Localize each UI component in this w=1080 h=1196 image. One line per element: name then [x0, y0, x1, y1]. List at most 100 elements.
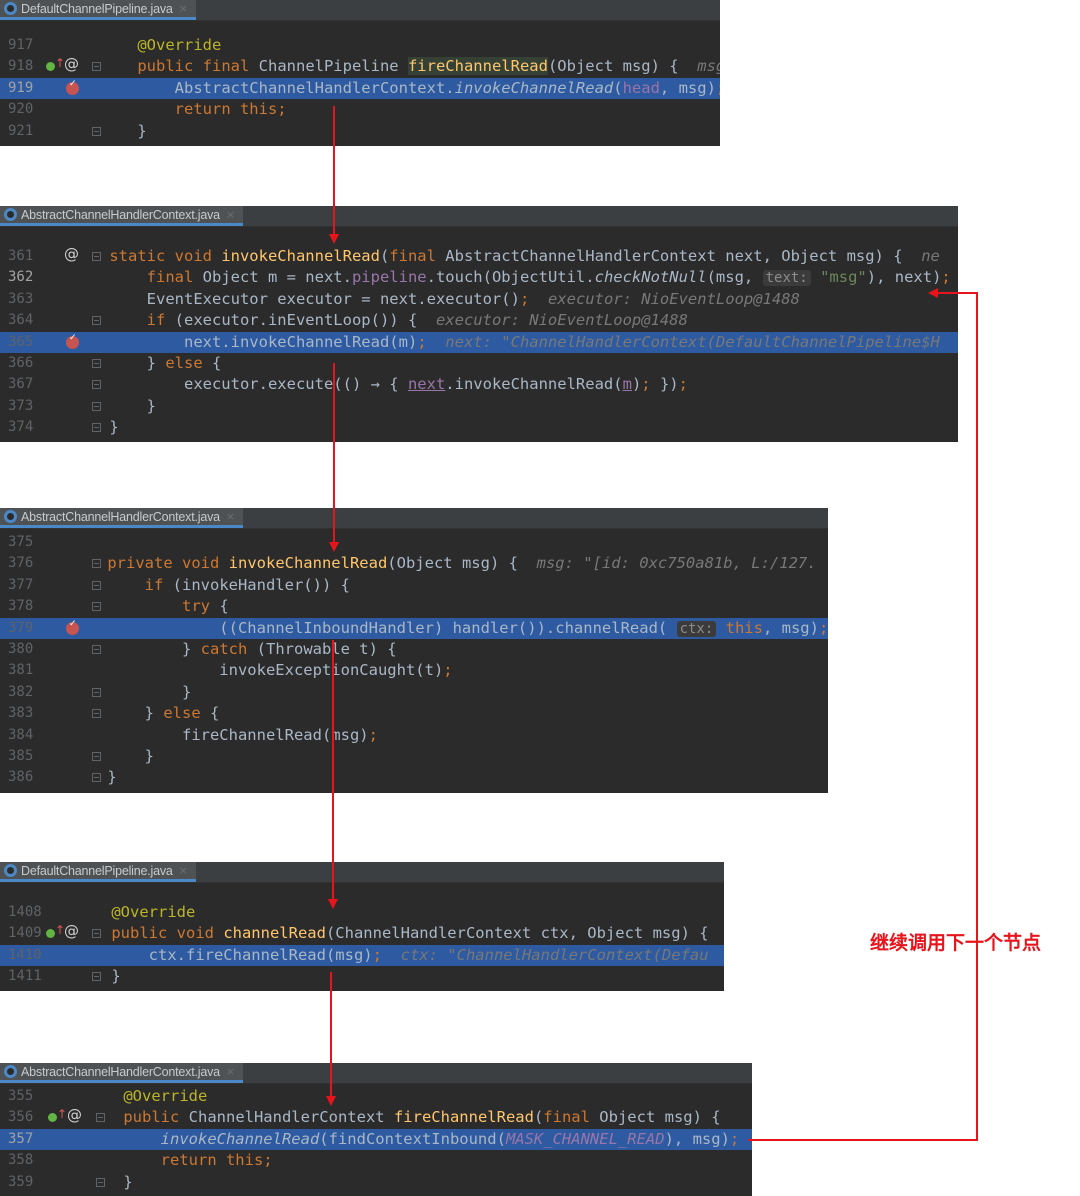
file-tab[interactable]: AbstractChannelHandlerContext.java ×: [0, 206, 244, 226]
tab-label: DefaultChannelPipeline.java: [21, 863, 173, 878]
code-token: else: [163, 704, 210, 723]
code-line-current: 919 AbstractChannelHandlerContext.invoke…: [0, 77, 720, 100]
code-text: executor.execute(() → { next.invokeChann…: [72, 374, 688, 395]
code-token: }: [86, 1172, 133, 1191]
line-number: 355: [8, 1088, 34, 1104]
code-text: ctx.fireChannelRead(msg); ctx: "ChannelH…: [74, 945, 709, 966]
code-token: if: [144, 575, 173, 594]
code-token: (: [533, 1108, 544, 1127]
code-text: public void channelRead(ChannelHandlerCo…: [74, 923, 708, 944]
code-token: ;: [372, 945, 382, 964]
tab-label: DefaultChannelPipeline.java: [21, 1, 173, 16]
code-token: ;: [716, 79, 720, 97]
code-panel-private-invoke-channel-read: AbstractChannelHandlerContext.java × 375…: [0, 508, 828, 793]
code-token: (: [613, 78, 623, 97]
code-token: next.invokeChannelRead(m): [72, 332, 418, 351]
code-token: @Override: [111, 903, 196, 921]
line-number: 384: [8, 726, 34, 743]
close-icon[interactable]: ×: [226, 1065, 235, 1078]
file-tab[interactable]: DefaultChannelPipeline.java ×: [0, 862, 196, 882]
code-line: 921 }: [0, 121, 720, 142]
close-icon[interactable]: ×: [179, 864, 188, 877]
code-line: 359 }: [0, 1172, 752, 1193]
code-token: executor: NioEventLoop@1488: [547, 289, 800, 308]
implements-method-icon[interactable]: [48, 1113, 57, 1123]
line-number: 376: [8, 555, 34, 572]
code-text: final Object m = next.pipeline.touch(Obj…: [72, 267, 951, 289]
code-line: 381 invokeExceptionCaught(t);: [0, 660, 828, 681]
line-number: 382: [8, 683, 34, 700]
code-text: }: [70, 767, 116, 788]
annotation-at-icon: @: [67, 1106, 82, 1125]
code-token: (msg,: [706, 268, 763, 287]
code-token: final: [389, 247, 446, 265]
close-icon[interactable]: ×: [179, 2, 188, 15]
code-text: public ChannelHandlerContext fireChannel…: [86, 1107, 720, 1128]
file-tab[interactable]: DefaultChannelPipeline.java ×: [0, 0, 196, 20]
code-token: fireChannelRead(msg): [70, 725, 369, 744]
code-token: .invokeChannelRead(: [445, 375, 623, 394]
line-number: 1409: [8, 925, 42, 942]
code-line: 356 ↑ @ public ChannelHandlerContext fir…: [0, 1106, 752, 1128]
class-file-icon: [4, 1065, 17, 1078]
code-line-current: 1410 ctx.fireChannelRead(msg); ctx: "Cha…: [0, 944, 724, 967]
code-token: text:: [762, 270, 811, 287]
code-token: ), msg): [664, 1129, 730, 1148]
code-token: ;: [641, 375, 651, 394]
file-tab[interactable]: AbstractChannelHandlerContext.java ×: [0, 1063, 244, 1083]
line-number: 1408: [8, 904, 42, 920]
code-token: (Object msg) {: [387, 554, 537, 573]
code-text: }: [70, 682, 191, 703]
code-token: try: [181, 597, 220, 616]
code-token: .touch(ObjectUtil.: [426, 268, 595, 287]
code-token: }: [74, 967, 121, 986]
code-text: @Override: [100, 35, 221, 56]
code-text: if (invokeHandler()) {: [70, 575, 350, 596]
code-text: }: [100, 121, 146, 142]
code-token: Object m = next.: [202, 268, 352, 287]
class-file-icon: [4, 2, 17, 15]
close-icon[interactable]: ×: [226, 208, 235, 221]
code-line: 362 final Object m = next.pipeline.touch…: [0, 267, 958, 288]
line-number: 920: [8, 101, 34, 118]
code-line: 364 if (executor.inEventLoop()) { execut…: [0, 310, 958, 331]
code-text: return this;: [86, 1150, 273, 1171]
implements-method-icon[interactable]: [46, 929, 55, 939]
code-text: @Override: [86, 1086, 207, 1107]
breakpoint-icon[interactable]: [66, 79, 79, 95]
line-number: 374: [8, 419, 34, 436]
code-text: } catch (Throwable t) {: [70, 639, 397, 660]
file-tab[interactable]: AbstractChannelHandlerContext.java ×: [0, 508, 244, 528]
tab-label: AbstractChannelHandlerContext.java: [21, 509, 220, 524]
code-token: (Throwable t) {: [256, 640, 397, 658]
code-token: ;: [519, 289, 530, 308]
code-token: , msg): [762, 618, 819, 637]
code-line-current: 365 next.invokeChannelRead(m); next: "Ch…: [0, 331, 958, 353]
code-token: }: [70, 640, 201, 658]
code-token: , msg): [659, 78, 716, 97]
code-text: AbstractChannelHandlerContext.invokeChan…: [100, 78, 720, 99]
code-line: 367 executor.execute(() → { next.invokeC…: [0, 374, 958, 395]
code-line: 361 @ static void invokeChannelRead(fina…: [0, 245, 958, 267]
code-line: 375: [0, 532, 828, 553]
code-token: return this;: [174, 100, 287, 119]
code-text: return this;: [100, 99, 287, 120]
line-number: 378: [8, 598, 34, 615]
override-arrow-icon: ↑: [57, 1107, 68, 1122]
code-token: executor.execute(() → {: [72, 375, 408, 394]
code-text: EventExecutor executor = next.executor()…: [72, 289, 800, 310]
line-number: 357: [8, 1130, 34, 1147]
implements-method-icon[interactable]: [46, 62, 55, 72]
code-token: ;: [729, 1129, 740, 1148]
code-token: {: [212, 354, 222, 372]
close-icon[interactable]: ×: [226, 510, 235, 523]
tab-bar: DefaultChannelPipeline.java ×: [0, 862, 724, 883]
